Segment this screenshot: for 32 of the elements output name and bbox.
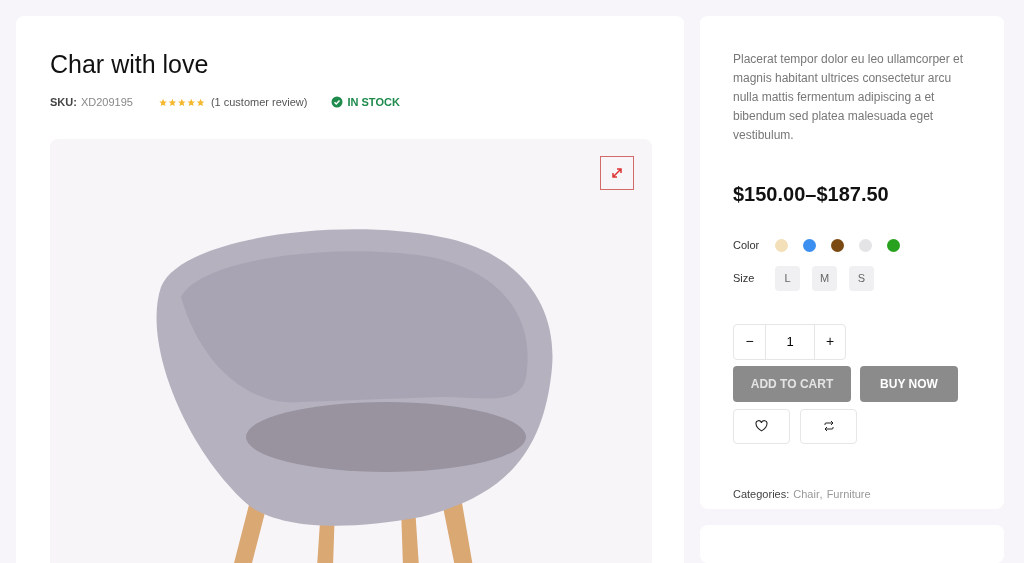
color-label: Color	[733, 238, 761, 253]
color-swatch[interactable]	[887, 238, 900, 252]
compare-button[interactable]	[800, 408, 857, 444]
heart-icon	[755, 420, 768, 432]
color-swatch[interactable]	[775, 238, 788, 252]
size-option[interactable]: L	[775, 265, 800, 291]
stock-status: IN STOCK	[347, 95, 400, 110]
decrease-button[interactable]: −	[734, 324, 765, 359]
increase-button[interactable]: +	[815, 324, 845, 359]
category-link[interactable]: Furniture	[826, 485, 871, 502]
color-swatch[interactable]	[831, 238, 844, 252]
size-option[interactable]: S	[849, 265, 874, 291]
wishlist-button[interactable]	[733, 408, 790, 444]
size-option[interactable]: M	[812, 265, 837, 291]
expand-button[interactable]	[600, 155, 634, 190]
buy-now-button[interactable]: BUY NOW	[860, 365, 958, 402]
check-circle-icon	[331, 96, 344, 109]
category-separator: ,	[819, 486, 823, 502]
review-link[interactable]: (1 customer review)	[210, 94, 308, 111]
color-swatch[interactable]	[803, 238, 816, 252]
size-label: Size	[733, 270, 756, 286]
category-link[interactable]: Chair	[793, 485, 820, 502]
expand-icon	[611, 166, 623, 179]
sku-label: SKU:	[50, 95, 77, 110]
swap-arrows-icon	[822, 420, 835, 432]
product-title: Char with love	[50, 52, 209, 77]
color-swatch[interactable]	[859, 238, 872, 252]
price: $150.00–$187.50	[733, 182, 889, 207]
categories-label: Categories:	[733, 486, 790, 502]
quantity-stepper[interactable]: − 1 +	[733, 323, 846, 360]
product-description: Placerat tempor dolor eu leo ullamcorper et magnis habitant ultrices consectetur arcu nulla mattis fermentum adipiscing a et bibendum sed platea malesuada eget vestibulum.	[733, 51, 965, 144]
sku-value: XD209195	[80, 95, 133, 110]
